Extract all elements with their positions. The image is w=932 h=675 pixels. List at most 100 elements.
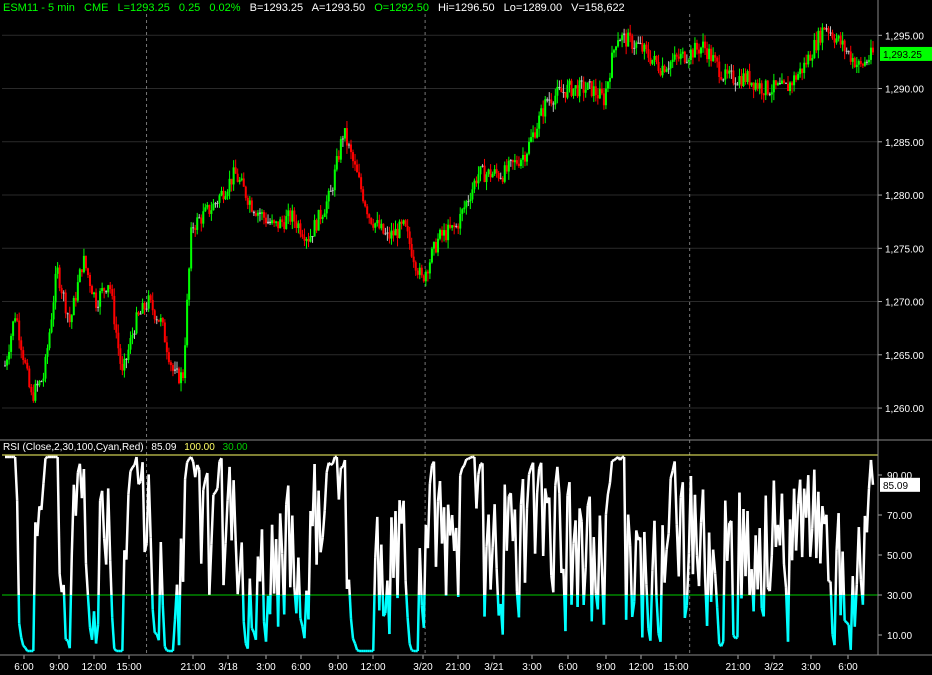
- rsi-segment: [68, 594, 73, 649]
- rsi-segment: [829, 581, 833, 596]
- rsi-segment: [260, 529, 265, 596]
- rsi-segment: [297, 557, 301, 596]
- candle-body: [590, 81, 593, 96]
- candle-body: [683, 51, 686, 63]
- rsi-tick-label: 30.00: [887, 591, 912, 602]
- candle-body: [297, 223, 300, 229]
- rsi-segment: [32, 594, 36, 652]
- rsi-segment: [730, 520, 734, 596]
- rsi-segment: [411, 649, 415, 653]
- candle-body: [72, 297, 75, 316]
- candle-body: [677, 56, 680, 59]
- candle-body: [833, 38, 836, 43]
- time-tick-label: 15:00: [116, 662, 141, 673]
- rsi-tick-label: 50.00: [887, 551, 912, 562]
- rsi-tick-label: 70.00: [887, 511, 912, 522]
- candle-body: [732, 70, 735, 84]
- candle-body: [388, 232, 391, 239]
- rsi-lower-level: 30.00: [222, 442, 248, 453]
- candle-body: [770, 92, 773, 95]
- candle-body: [380, 223, 383, 229]
- candle-body: [68, 314, 71, 323]
- rsi-segment: [641, 594, 645, 638]
- candle-body: [479, 166, 482, 175]
- candle-body: [24, 359, 27, 363]
- candle-body: [845, 50, 848, 52]
- candle-body: [544, 99, 547, 117]
- candle-body: [12, 321, 15, 336]
- candle-body: [135, 312, 138, 334]
- rsi-segment: [602, 594, 606, 625]
- candle-body: [133, 333, 136, 335]
- price-tick-label: 1,265.00: [885, 351, 924, 362]
- candle-body: [178, 368, 181, 384]
- time-tick-label: 6:00: [14, 662, 34, 673]
- candle-body: [780, 80, 783, 84]
- candle-body: [608, 77, 611, 82]
- candle-body: [606, 81, 609, 89]
- rsi-segment: [307, 511, 312, 596]
- candle-body: [619, 40, 622, 42]
- candle-body: [631, 35, 634, 49]
- rsi-segment: [619, 456, 624, 461]
- candle-body: [426, 271, 429, 274]
- candle-body: [534, 132, 537, 138]
- candle-body: [52, 302, 55, 320]
- candle-body: [657, 61, 660, 71]
- rsi-segment: [501, 594, 505, 635]
- candle-body: [758, 83, 761, 89]
- candle-body: [236, 173, 239, 182]
- candle-body: [115, 324, 118, 333]
- candle-body: [252, 211, 255, 214]
- candle-body: [200, 217, 203, 224]
- candle-body: [726, 69, 729, 74]
- rsi-segment: [839, 594, 843, 616]
- candle-body: [321, 216, 324, 220]
- rsi-segment: [834, 550, 838, 596]
- candle-body: [190, 227, 193, 269]
- candle-body: [392, 230, 395, 236]
- candle-body: [772, 80, 775, 93]
- candle-body: [754, 82, 757, 90]
- candle-body: [807, 54, 810, 65]
- price-tick-label: 1,290.00: [885, 85, 924, 96]
- candle-body: [315, 220, 318, 231]
- rsi-segment: [69, 555, 74, 596]
- candle-body: [513, 160, 516, 163]
- candle-body: [66, 313, 69, 315]
- candle-body: [598, 88, 601, 99]
- trading-chart[interactable]: 1,260.00 1,265.00 1,270.00 1,275.00 1,280.00…: [0, 0, 932, 675]
- candle-body: [841, 40, 844, 45]
- candle-body: [548, 99, 551, 101]
- rsi-segment: [833, 594, 837, 646]
- candle-body: [141, 302, 144, 314]
- candle-body: [139, 313, 142, 315]
- candle-body: [521, 155, 524, 160]
- candle-body: [184, 345, 187, 379]
- candle-body: [477, 174, 480, 184]
- rsi-segment: [418, 548, 423, 596]
- candle-body: [655, 55, 658, 62]
- rsi-segment: [386, 580, 390, 596]
- candle-body: [449, 224, 452, 228]
- candle-body: [372, 223, 375, 228]
- candle-body: [265, 217, 268, 224]
- rsi-segment: [384, 594, 388, 614]
- candle-body: [827, 28, 830, 33]
- candle-body: [865, 61, 868, 63]
- rsi-segment: [159, 542, 164, 596]
- time-tick-label: 3/21: [484, 662, 504, 673]
- rsi-segment: [121, 594, 125, 652]
- candle-body: [248, 200, 251, 205]
- candle-body: [503, 165, 506, 182]
- candle-body: [402, 220, 405, 224]
- candle-body: [831, 32, 834, 39]
- candle-body: [329, 190, 332, 192]
- candle-body: [60, 288, 63, 294]
- candle-body: [88, 274, 91, 286]
- candle-body: [574, 85, 577, 89]
- candle-body: [441, 229, 444, 236]
- candle-body: [287, 210, 290, 217]
- candle-body: [857, 61, 860, 65]
- candle-body: [487, 169, 490, 175]
